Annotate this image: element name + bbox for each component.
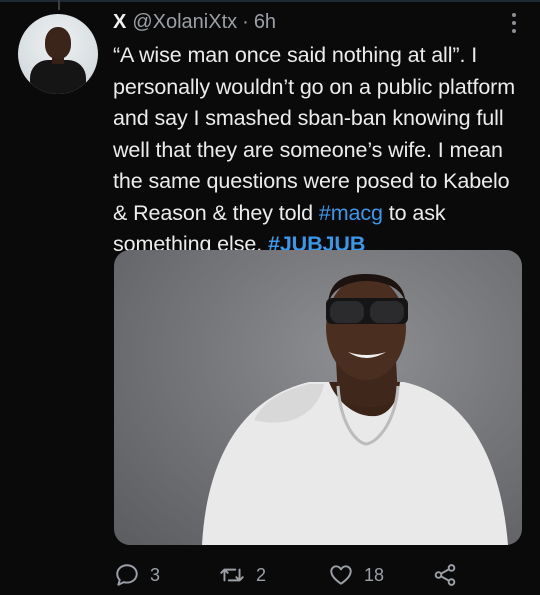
tweet-text: “A wise man once said nothing at all”. I… — [113, 40, 523, 261]
more-vertical-icon — [512, 13, 516, 17]
tweet-timestamp[interactable]: 6h — [254, 11, 276, 34]
avatar[interactable] — [18, 14, 98, 94]
hashtag-link[interactable]: #macg — [319, 201, 383, 225]
reply-icon — [114, 562, 140, 588]
thread-connector — [58, 0, 60, 10]
reply-button[interactable]: 3 — [114, 560, 160, 590]
tweet-media-photo[interactable] — [114, 250, 522, 545]
avatar-head-shape — [45, 27, 71, 59]
retweet-icon — [218, 562, 246, 588]
retweet-button[interactable]: 2 — [218, 560, 266, 590]
top-divider — [0, 0, 540, 2]
more-vertical-icon-dot — [512, 21, 516, 25]
author-handle[interactable]: @XolaniXtx — [132, 11, 237, 34]
tweet-header: X @XolaniXtx · 6h — [113, 9, 276, 35]
more-vertical-icon-dot — [512, 29, 516, 33]
share-button[interactable] — [432, 560, 458, 590]
tweet-actions: 3 2 18 — [114, 560, 534, 590]
header-separator: · — [242, 10, 249, 33]
reply-count: 3 — [150, 564, 161, 585]
share-icon — [432, 562, 458, 588]
tweet-text-part: “A wise man once said nothing at all”. I… — [113, 43, 516, 225]
avatar-body-shape — [30, 60, 86, 94]
author-name[interactable]: X — [113, 11, 126, 34]
like-count: 18 — [364, 564, 385, 585]
more-options-button[interactable] — [504, 10, 524, 36]
photo-illustration — [202, 274, 508, 545]
like-button[interactable]: 18 — [328, 560, 384, 590]
heart-icon — [328, 562, 354, 588]
retweet-count: 2 — [256, 564, 267, 585]
